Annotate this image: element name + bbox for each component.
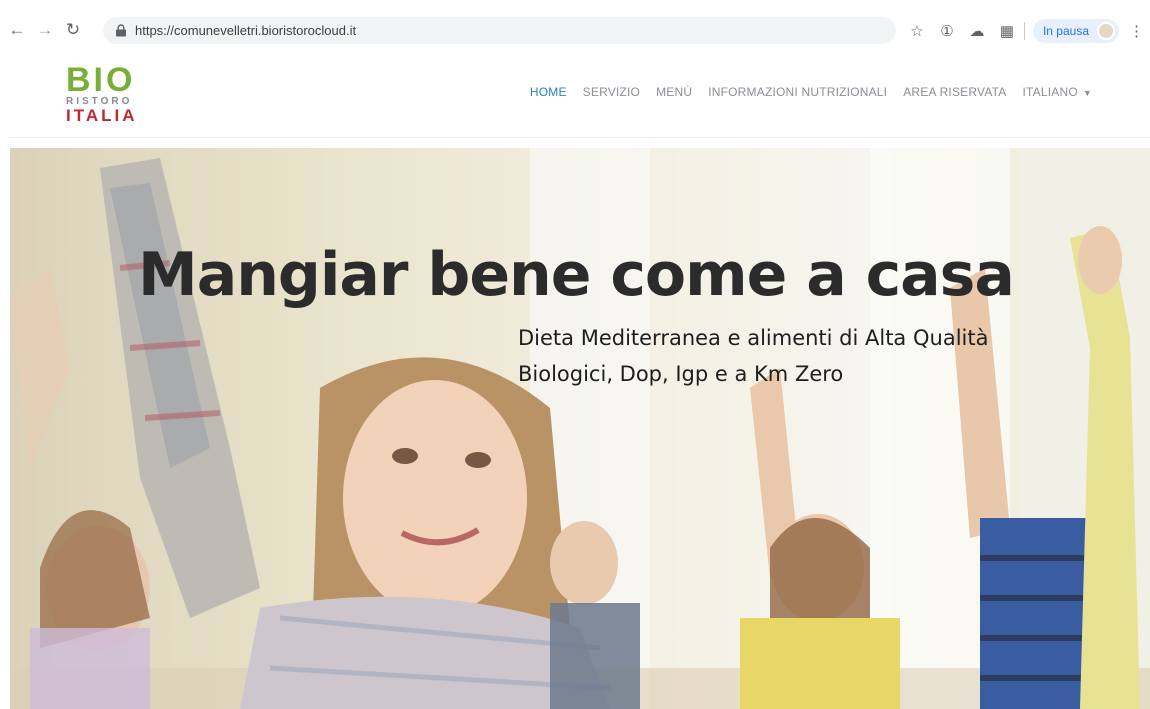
extension-icon[interactable]: ① xyxy=(936,20,958,42)
main-nav: HOME SERVIZIO MENÙ INFORMAZIONI NUTRIZIO… xyxy=(514,85,1092,99)
logo-italia: ITALIA xyxy=(66,106,138,125)
cast-icon[interactable]: ▦ xyxy=(996,20,1018,42)
cloud-icon[interactable]: ☁ xyxy=(966,20,988,42)
reload-icon[interactable]: ↻ xyxy=(62,19,84,41)
hero-background-photo xyxy=(10,148,1150,709)
hero-subtitle-line1: Dieta Mediterranea e alimenti di Alta Qu… xyxy=(518,326,989,350)
site-logo[interactable]: BIO RISTORO ITALIA xyxy=(66,61,156,125)
kebab-menu-icon[interactable]: ⋮ xyxy=(1129,22,1144,40)
lock-icon xyxy=(116,24,126,37)
nav-menu[interactable]: MENÙ xyxy=(656,85,692,99)
nav-language-label: ITALIANO xyxy=(1022,85,1078,99)
nav-area-riservata[interactable]: AREA RISERVATA xyxy=(903,85,1006,99)
site-header: BIO RISTORO ITALIA HOME SERVIZIO MENÙ IN… xyxy=(10,50,1150,138)
hero-subtitle-line2: Biologici, Dop, Igp e a Km Zero xyxy=(518,362,844,386)
avatar xyxy=(1097,21,1115,40)
hero-title: Mangiar bene come a casa xyxy=(138,240,1015,310)
nav-language[interactable]: ITALIANO ▼ xyxy=(1023,85,1093,99)
nav-home[interactable]: HOME xyxy=(530,85,567,99)
browser-actions: ☆ ① ☁ ▦ In pausa ⋮ xyxy=(898,17,1144,44)
nav-informazioni-nutrizionali[interactable]: INFORMAZIONI NUTRIZIONALI xyxy=(708,85,887,99)
back-arrow-icon[interactable]: ← xyxy=(6,19,28,41)
logo-bio: BIO xyxy=(66,61,136,99)
profile-status: In pausa xyxy=(1042,23,1089,38)
hero-banner: Mangiar bene come a casa Dieta Mediterra… xyxy=(10,148,1150,709)
browser-toolbar: ← → ↻ https://comunevelletri.bioristoroc… xyxy=(0,14,1150,46)
profile-button[interactable]: In pausa xyxy=(1032,18,1119,43)
star-icon[interactable]: ☆ xyxy=(906,20,928,42)
url-text[interactable]: https://comunevelletri.bioristorocloud.i… xyxy=(135,23,356,38)
chevron-down-icon: ▼ xyxy=(1082,88,1092,98)
toolbar-divider xyxy=(1023,21,1025,40)
forward-arrow-icon[interactable]: → xyxy=(34,19,56,41)
address-bar[interactable]: https://comunevelletri.bioristorocloud.i… xyxy=(103,17,896,44)
nav-servizio[interactable]: SERVIZIO xyxy=(583,85,640,99)
